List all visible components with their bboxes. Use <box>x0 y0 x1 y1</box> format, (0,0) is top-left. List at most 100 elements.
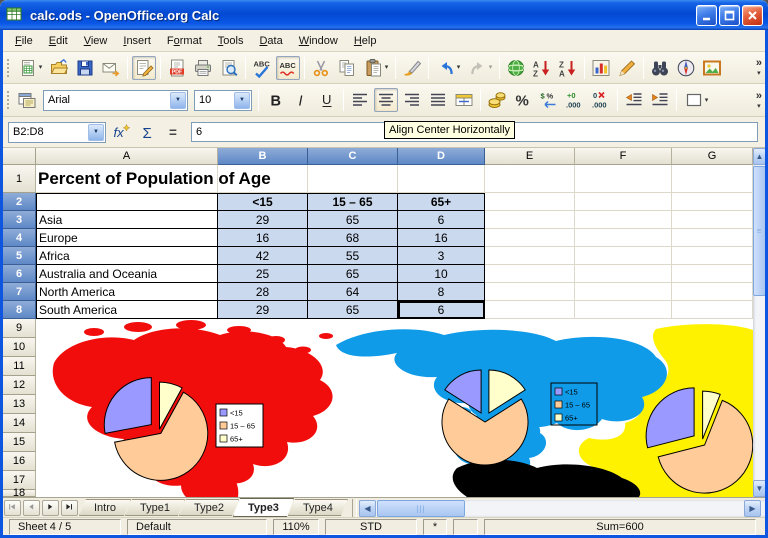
sort-descending-button[interactable]: ZA <box>556 56 580 80</box>
row-header-15[interactable]: 15 <box>3 433 36 452</box>
row-header-8[interactable]: 8 <box>3 301 36 319</box>
cell-B3[interactable]: 29 <box>218 211 308 229</box>
cell-A4[interactable]: Europe <box>36 229 218 247</box>
dropdown-arrow-icon[interactable]: ▾ <box>385 64 389 71</box>
cell-G6[interactable] <box>672 265 753 283</box>
row-header-9[interactable]: 9 <box>3 319 36 338</box>
cell-C6[interactable]: 65 <box>308 265 398 283</box>
autospellcheck-abc-button[interactable]: ABC <box>276 56 300 80</box>
toolbar-grip[interactable] <box>5 89 10 111</box>
copy-documents-button[interactable] <box>335 56 359 80</box>
cell-G5[interactable] <box>672 247 753 265</box>
page-style-panel[interactable]: Default <box>127 519 267 535</box>
cell-A6[interactable]: Australia and Oceania <box>36 265 218 283</box>
export-pdf-button[interactable]: PDF <box>165 56 189 80</box>
edit-file-pencil-button[interactable] <box>132 56 156 80</box>
cell-D4[interactable]: 16 <box>398 229 485 247</box>
add-decimal-button[interactable]: +0.000 <box>563 88 587 112</box>
row-header-4[interactable]: 4 <box>3 229 36 247</box>
select-all-corner[interactable] <box>3 148 36 165</box>
cell-E2[interactable] <box>485 193 575 211</box>
align-right-button[interactable] <box>400 88 424 112</box>
row-header-16[interactable]: 16 <box>3 452 36 471</box>
cell-F4[interactable] <box>575 229 672 247</box>
cell-D6[interactable]: 10 <box>398 265 485 283</box>
name-box[interactable]: B2:D8 ▼ <box>8 122 106 143</box>
cell-F1[interactable] <box>575 165 672 193</box>
cell-F5[interactable] <box>575 247 672 265</box>
tab-prev-button[interactable] <box>23 500 40 516</box>
cell-G4[interactable] <box>672 229 753 247</box>
underline-u-button[interactable]: U <box>315 88 339 112</box>
menu-item-window[interactable]: Window <box>291 32 346 50</box>
column-header-C[interactable]: C <box>308 148 398 165</box>
cell-A8[interactable]: South America <box>36 301 218 319</box>
cell-E1[interactable] <box>485 165 575 193</box>
tab-last-button[interactable] <box>61 500 78 516</box>
merge-cells-table-button[interactable] <box>452 88 476 112</box>
cell-E4[interactable] <box>485 229 575 247</box>
row-header-5[interactable]: 5 <box>3 247 36 265</box>
font-name-combobox[interactable]: Arial▼ <box>43 90 188 111</box>
currency-coins-button[interactable] <box>485 88 509 112</box>
cell-F7[interactable] <box>575 283 672 301</box>
find-replace-binoculars-button[interactable] <box>648 56 672 80</box>
cell-C5[interactable]: 55 <box>308 247 398 265</box>
menu-item-insert[interactable]: Insert <box>115 32 159 50</box>
cell-F6[interactable] <box>575 265 672 283</box>
row-header-12[interactable]: 12 <box>3 376 36 395</box>
row-header-3[interactable]: 3 <box>3 211 36 229</box>
standard-format-button[interactable]: $% <box>537 88 561 112</box>
cell-C1[interactable] <box>308 165 398 193</box>
column-header-D[interactable]: D <box>398 148 485 165</box>
minimize-button[interactable] <box>696 5 717 26</box>
column-header-E[interactable]: E <box>485 148 575 165</box>
sheet-tab-type1[interactable]: Type1 <box>125 499 185 516</box>
increase-indent-button[interactable] <box>648 88 672 112</box>
toolbar-overflow-button[interactable]: »▾ <box>756 91 762 110</box>
redo-arrow-button[interactable]: ▾ <box>465 56 495 80</box>
row-header-1[interactable]: 1 <box>3 165 36 193</box>
column-header-F[interactable]: F <box>575 148 672 165</box>
cell-A3[interactable]: Asia <box>36 211 218 229</box>
cell-B5[interactable]: 42 <box>218 247 308 265</box>
zoom-level-panel[interactable]: 110% <box>273 519 319 535</box>
page-preview-magnifier-button[interactable] <box>217 56 241 80</box>
print-printer-button[interactable] <box>191 56 215 80</box>
dropdown-arrow-icon[interactable]: ▾ <box>39 64 43 71</box>
cut-scissors-button[interactable] <box>309 56 333 80</box>
toolbar-grip[interactable] <box>5 57 10 79</box>
sheet-tab-type3[interactable]: Type3 <box>233 498 294 517</box>
save-floppy-button[interactable] <box>73 56 97 80</box>
email-envelope-button[interactable] <box>99 56 123 80</box>
paste-clipboard-button[interactable]: ▾ <box>361 56 391 80</box>
spellcheck-abc-button[interactable]: ABC <box>250 56 274 80</box>
menu-item-help[interactable]: Help <box>346 32 385 50</box>
menu-item-tools[interactable]: Tools <box>210 32 252 50</box>
tab-first-button[interactable] <box>4 500 21 516</box>
modified-flag-panel[interactable]: * <box>423 519 447 535</box>
cell-D7[interactable]: 8 <box>398 283 485 301</box>
cell-A7[interactable]: North America <box>36 283 218 301</box>
maximize-button[interactable] <box>719 5 740 26</box>
menu-item-data[interactable]: Data <box>251 32 290 50</box>
selection-mode-panel[interactable]: STD <box>325 519 417 535</box>
row-header-18[interactable]: 18 <box>3 490 36 497</box>
delete-decimal-button[interactable]: 0.000 <box>589 88 613 112</box>
cell-C2[interactable]: 15 – 65 <box>308 193 398 211</box>
tab-next-button[interactable] <box>42 500 59 516</box>
cell-E7[interactable] <box>485 283 575 301</box>
cell-G7[interactable] <box>672 283 753 301</box>
row-header-11[interactable]: 11 <box>3 357 36 376</box>
row-header-10[interactable]: 10 <box>3 338 36 357</box>
row-header-13[interactable]: 13 <box>3 395 36 414</box>
sheet-tab-intro[interactable]: Intro <box>79 499 131 516</box>
function-wizard-button[interactable]: fx <box>111 121 133 143</box>
row-header-2[interactable]: 2 <box>3 193 36 211</box>
spreadsheet-grid[interactable]: ABCDEFG123456789101112131415161718<1515 … <box>0 148 768 497</box>
bold-b-button[interactable]: B <box>263 88 287 112</box>
title-bar[interactable]: calc.ods - OpenOffice.org Calc <box>0 0 768 30</box>
align-justified-button[interactable] <box>426 88 450 112</box>
scroll-left-button[interactable]: ◀ <box>359 500 376 517</box>
menu-item-view[interactable]: View <box>76 32 116 50</box>
